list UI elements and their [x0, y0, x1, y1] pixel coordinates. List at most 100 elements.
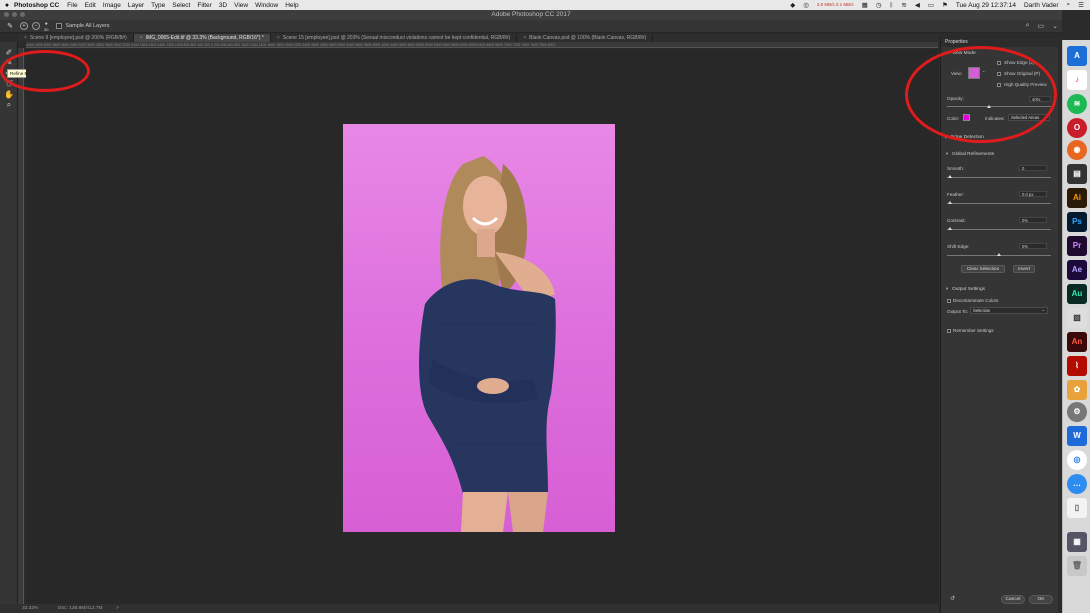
view-dropdown-chevron-icon[interactable]: ⌄ [982, 68, 985, 73]
smooth-slider-thumb[interactable] [948, 175, 952, 178]
battery-icon[interactable]: ▭ [928, 1, 934, 9]
dock-chrome-icon[interactable]: ◎ [1067, 450, 1087, 470]
close-tab-icon[interactable]: × [523, 35, 526, 41]
dock-app-icon[interactable]: ▧ [1067, 308, 1087, 328]
menu-window[interactable]: Window [255, 2, 278, 9]
tab-blank-canvas[interactable]: × Blank Canvas.psd @ 100% (Blank Canvas, … [517, 34, 654, 42]
brush-picker[interactable]: ● 30 [44, 21, 48, 32]
dock-audition-icon[interactable]: Au [1067, 284, 1087, 304]
document-size[interactable]: Doc: 128.8M/412.7M [58, 604, 103, 613]
tab-scene-9[interactable]: × Scene 9 [employee].psd @ 200% (RGB/8#) [18, 34, 134, 42]
edge-detection-heading[interactable]: ▶ Edge Detection [945, 134, 984, 140]
creative-cloud-icon[interactable]: ◎ [803, 1, 809, 9]
dock-messages-icon[interactable]: … [1067, 474, 1087, 494]
contrast-slider[interactable] [947, 229, 1051, 230]
horizontal-ruler[interactable]: 4400 4200 4000 3800 3600 3400 3200 3000 … [26, 42, 938, 48]
contrast-value[interactable]: 0% [1019, 217, 1047, 223]
menu-app-name[interactable]: Photoshop CC [14, 2, 59, 9]
menubar-clock[interactable]: Tue Aug 29 12:37:14 [956, 2, 1016, 9]
dock-preview-icon[interactable]: ▯ [1067, 498, 1087, 518]
dock-after-effects-icon[interactable]: Ae [1067, 260, 1087, 280]
status-menu-arrow[interactable]: > [116, 604, 119, 613]
menu-filter[interactable]: Filter [197, 2, 211, 9]
document-image[interactable] [343, 124, 615, 532]
quick-selection-tool-icon[interactable]: ✐ [3, 48, 15, 58]
decontaminate-checkbox[interactable] [947, 299, 951, 303]
hand-tool-icon[interactable]: ✋ [3, 90, 15, 100]
notification-icon[interactable]: ☰ [1078, 1, 1084, 9]
feather-slider-thumb[interactable] [948, 201, 952, 204]
menu-3d[interactable]: 3D [219, 2, 227, 9]
dock-animate-icon[interactable]: An [1067, 332, 1087, 352]
dock-folder-icon[interactable]: ▦ [1067, 532, 1087, 552]
dock-itunes-icon[interactable]: ♪ [1067, 70, 1087, 90]
tab-scene-15[interactable]: × Scene 15 [employee].psd @ 203% (Sexual … [271, 34, 518, 42]
close-window-button[interactable] [4, 12, 9, 17]
flag-icon[interactable]: ⚑ [942, 1, 948, 9]
apple-icon[interactable]: ● [0, 2, 14, 9]
menubar-user[interactable]: Darth Vader [1024, 2, 1059, 9]
shift-edge-slider-thumb[interactable] [997, 253, 1001, 256]
volume-icon[interactable]: ◀ [915, 1, 920, 9]
search-icon[interactable]: ⌕ [1026, 22, 1030, 30]
workspace-icon[interactable]: ▭ [1038, 22, 1045, 30]
sample-all-layers-checkbox[interactable] [56, 23, 63, 29]
wifi-icon[interactable]: ≋ [901, 1, 906, 9]
feather-slider[interactable] [947, 203, 1051, 204]
dock-spotify-icon[interactable]: ≋ [1067, 94, 1087, 114]
contrast-slider-thumb[interactable] [948, 227, 952, 230]
menu-help[interactable]: Help [285, 2, 298, 9]
opacity-slider[interactable] [947, 106, 1051, 107]
lasso-tool-icon[interactable]: ➰ [3, 79, 15, 89]
dock-acrobat-icon[interactable]: ⌇ [1067, 356, 1087, 376]
smooth-value[interactable]: 0 [1019, 165, 1047, 171]
dock-app-store-icon[interactable]: A [1067, 46, 1087, 66]
smooth-slider[interactable] [947, 177, 1051, 178]
opacity-slider-thumb[interactable] [986, 105, 991, 108]
zoom-window-button[interactable] [20, 12, 25, 17]
color-swatch[interactable] [963, 114, 970, 121]
reset-icon[interactable]: ↺ [950, 595, 955, 602]
dock-word-icon[interactable]: W [1067, 426, 1087, 446]
menu-file[interactable]: File [67, 2, 77, 9]
shift-edge-value[interactable]: 0% [1019, 243, 1047, 249]
indicates-dropdown[interactable]: Selected Areas [1008, 114, 1050, 121]
menu-image[interactable]: Image [103, 2, 121, 9]
dock-opera-icon[interactable]: O [1067, 118, 1087, 138]
opacity-value[interactable]: 40% [1029, 96, 1051, 102]
ok-button[interactable]: OK [1029, 595, 1053, 604]
cancel-button[interactable]: Cancel [1001, 595, 1025, 604]
close-tab-icon[interactable]: × [277, 35, 280, 41]
dock-system-preferences-icon[interactable]: ⚙ [1067, 402, 1087, 422]
view-mode-thumbnail[interactable] [968, 67, 980, 79]
close-tab-icon[interactable]: × [140, 35, 143, 41]
output-to-dropdown[interactable]: Selection [970, 307, 1048, 314]
dock-illustrator-icon[interactable]: Ai [1067, 188, 1087, 208]
output-settings-heading[interactable]: ▼ Output Settings [945, 286, 985, 292]
menu-layer[interactable]: Layer [128, 2, 144, 9]
show-original-checkbox[interactable] [997, 72, 1001, 76]
show-edge-checkbox[interactable] [997, 61, 1001, 65]
high-quality-preview-checkbox[interactable] [997, 83, 1001, 87]
spotlight-icon[interactable]: ⌕ [1067, 1, 1071, 9]
tab-img-0065[interactable]: × IMG_0065-Edit.tif @ 33.3% (Background, … [133, 34, 271, 42]
menu-type[interactable]: Type [151, 2, 165, 9]
view-mode-heading[interactable]: ▼ View Mode [945, 50, 976, 56]
bluetooth-icon[interactable]: ᛒ [889, 2, 893, 9]
brush-preset-icon[interactable]: ✎ [0, 22, 20, 30]
dock-app-icon-2[interactable]: ✿ [1067, 380, 1087, 400]
vertical-ruler[interactable] [18, 48, 24, 604]
dock-premiere-icon[interactable]: Pr [1067, 236, 1087, 256]
dock-trash-icon[interactable]: 🗑 [1067, 556, 1087, 576]
subtract-from-selection-button[interactable]: − [32, 22, 40, 30]
menu-edit[interactable]: Edit [85, 2, 96, 9]
zoom-tool-icon[interactable]: ⌕ [3, 100, 15, 110]
invert-button[interactable]: Invert [1013, 265, 1035, 273]
workspace-menu-icon[interactable]: ⌄ [1052, 22, 1058, 30]
add-to-selection-button[interactable]: + [20, 22, 28, 30]
dock-clapper-icon[interactable]: ▤ [1067, 164, 1087, 184]
dock-photoshop-icon[interactable]: Ps [1067, 212, 1087, 232]
clear-selection-button[interactable]: Clear Selection [961, 265, 1005, 273]
refine-edge-brush-tool-icon[interactable]: ✎ [3, 58, 15, 68]
dropbox-icon[interactable]: ◆ [790, 1, 795, 9]
